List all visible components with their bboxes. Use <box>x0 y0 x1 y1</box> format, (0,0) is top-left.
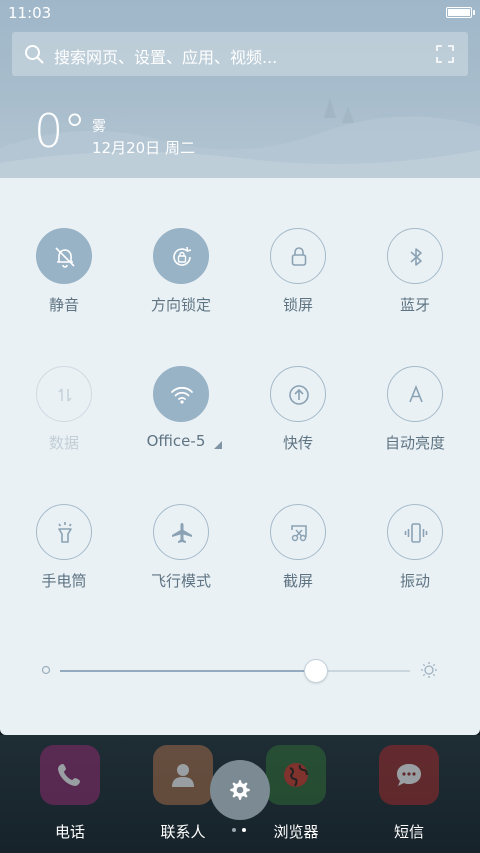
gear-icon <box>230 780 250 800</box>
toggle-label: 快传 <box>282 434 313 452</box>
toggle-lock-screen[interactable]: 锁屏 <box>248 228 348 328</box>
auto-brightness-icon <box>409 384 423 403</box>
status-time: 11:03 <box>8 4 52 22</box>
toggle-label: 自动亮度 <box>384 434 445 452</box>
rotation-lock-icon <box>173 246 192 266</box>
dock-app-label: 联系人 <box>160 823 206 841</box>
toggle-wifi[interactable]: Office-5 <box>131 366 231 466</box>
brightness-low-icon <box>41 665 51 675</box>
toggle-label: 振动 <box>399 572 430 590</box>
quick-settings-panel: 静音 方向锁定 锁屏 蓝牙 数据 Office-5 快传 自动亮度 手电筒 飞行… <box>0 178 480 735</box>
dock-app-messages[interactable]: 短信 <box>369 745 449 842</box>
toggle-quick-transfer[interactable]: 快传 <box>248 366 348 466</box>
wifi-network-label: Office-5 <box>146 432 206 450</box>
toggle-quick-transfer-button[interactable] <box>270 366 326 422</box>
phone-icon <box>58 764 80 786</box>
status-bar: 11:03 <box>0 0 480 28</box>
toggle-label: 静音 <box>48 296 79 314</box>
dock-app-label: 浏览器 <box>273 823 319 841</box>
date-label: 12月20日 周二 <box>92 139 195 157</box>
scan-icon[interactable] <box>436 45 454 63</box>
toggle-wifi-button[interactable] <box>153 366 209 422</box>
toggle-label: 锁屏 <box>282 296 313 314</box>
toggle-mobile-data[interactable]: 数据 <box>14 366 114 466</box>
search-icon <box>25 45 44 64</box>
settings-button[interactable] <box>210 760 270 820</box>
lock-icon <box>291 247 307 266</box>
toggle-rotation-lock-button[interactable] <box>153 228 209 284</box>
page-indicator <box>232 828 250 834</box>
brightness-slider-thumb[interactable] <box>304 659 328 683</box>
message-icon <box>397 764 421 786</box>
dock-app-phone-icon[interactable] <box>40 745 100 805</box>
dock-app-messages-icon[interactable] <box>379 745 439 805</box>
toggle-mobile-data-button[interactable] <box>36 366 92 422</box>
toggle-bluetooth[interactable]: 蓝牙 <box>365 228 465 328</box>
toggle-screenshot[interactable]: 截屏 <box>248 504 348 604</box>
temperature[interactable]: 0° <box>34 108 86 154</box>
toggle-auto-brightness-button[interactable] <box>387 366 443 422</box>
dock-app-contacts-icon[interactable] <box>153 745 213 805</box>
brightness-slider[interactable] <box>60 659 410 683</box>
weather-header: 11:03 搜索网页、设置、应用、视频... 0° 雾 12月20日 周二 <box>0 0 480 178</box>
wifi-icon <box>171 386 193 404</box>
contacts-icon <box>172 764 194 787</box>
wifi-menu-icon[interactable] <box>214 441 222 449</box>
toggle-flashlight-button[interactable] <box>36 504 92 560</box>
dock-app-label: 电话 <box>54 823 85 841</box>
screenshot-icon <box>291 525 307 542</box>
brightness-slider-fill <box>60 670 316 672</box>
dock-app-phone[interactable]: 电话 <box>30 745 110 842</box>
toggle-label: 截屏 <box>282 572 313 590</box>
dock-app-label: 短信 <box>393 823 424 841</box>
toggle-vibrate-button[interactable] <box>387 504 443 560</box>
search-bar[interactable]: 搜索网页、设置、应用、视频... <box>12 32 468 76</box>
upload-icon <box>289 385 309 405</box>
battery-icon <box>446 7 475 18</box>
toggle-label: 飞行模式 <box>150 572 211 590</box>
vibrate-icon <box>404 523 428 543</box>
toggle-silent-button[interactable] <box>36 228 92 284</box>
bluetooth-icon <box>410 248 422 266</box>
toggle-label: 数据 <box>48 434 79 452</box>
toggle-label: 蓝牙 <box>399 296 430 314</box>
toggle-label: 方向锁定 <box>150 296 211 314</box>
toggle-flashlight[interactable]: 手电筒 <box>14 504 114 604</box>
toggle-bluetooth-button[interactable] <box>387 228 443 284</box>
page-dot-active <box>242 828 246 832</box>
brightness-high-icon <box>421 662 437 678</box>
page-dot <box>232 828 236 832</box>
weather-condition: 雾 <box>92 119 106 135</box>
toggle-vibrate[interactable]: 振动 <box>365 504 465 604</box>
mobile-data-icon <box>58 388 72 402</box>
toggle-silent[interactable]: 静音 <box>14 228 114 328</box>
toggle-auto-brightness[interactable]: 自动亮度 <box>365 366 465 466</box>
airplane-icon <box>172 523 192 543</box>
toggle-rotation-lock[interactable]: 方向锁定 <box>131 228 231 328</box>
toggle-label: 手电筒 <box>41 572 87 590</box>
wifi-label-row: Office-5 <box>131 432 231 454</box>
toggle-screenshot-button[interactable] <box>270 504 326 560</box>
search-placeholder[interactable]: 搜索网页、设置、应用、视频... <box>54 44 277 68</box>
browser-icon <box>284 763 308 787</box>
toggle-airplane-mode-button[interactable] <box>153 504 209 560</box>
toggle-lock-screen-button[interactable] <box>270 228 326 284</box>
dock-app-browser-icon[interactable] <box>266 745 326 805</box>
flashlight-icon <box>58 522 72 543</box>
bell-off-icon <box>55 247 75 268</box>
toggle-airplane-mode[interactable]: 飞行模式 <box>131 504 231 604</box>
